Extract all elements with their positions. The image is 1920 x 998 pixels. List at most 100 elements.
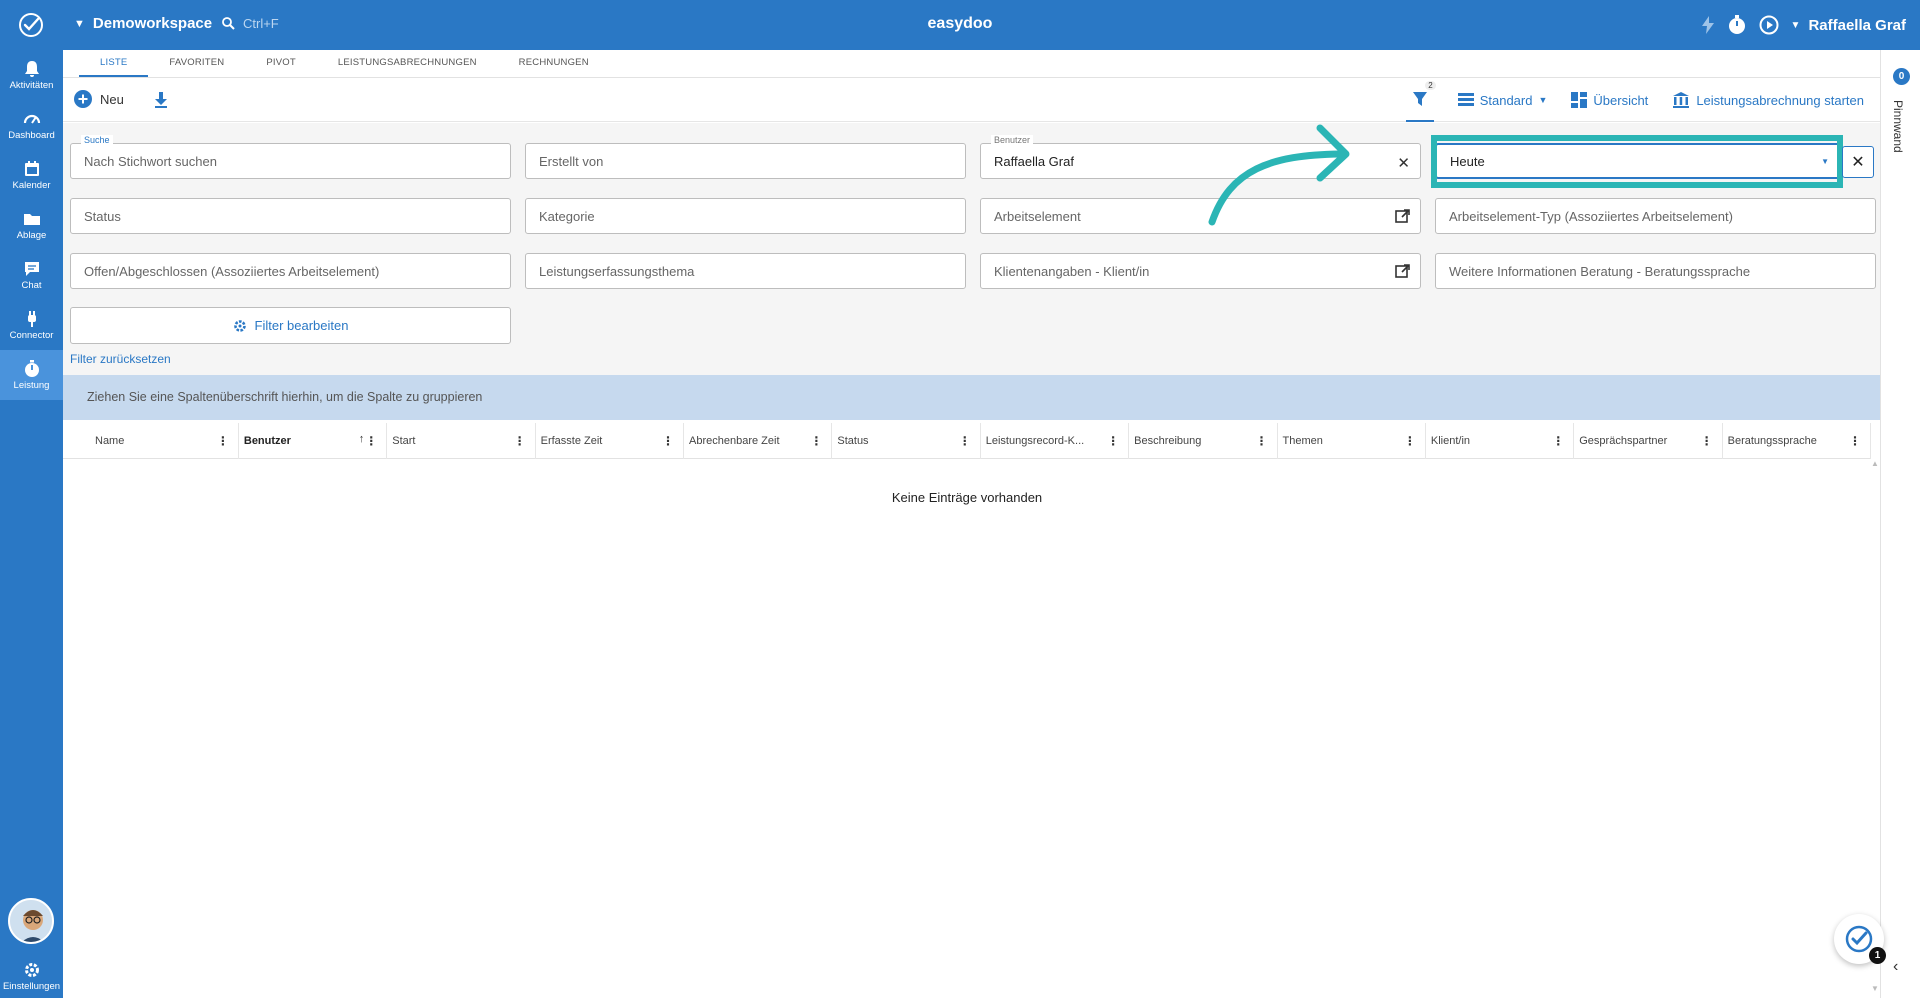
reset-filter-link[interactable]: Filter zurücksetzen xyxy=(70,352,171,366)
scroll-up-arrow-icon[interactable]: ▲ xyxy=(1871,459,1879,468)
highlight-frame xyxy=(1431,135,1843,188)
column-header-name[interactable]: Name ⋮ xyxy=(63,423,239,459)
column-title: Erfasste Zeit xyxy=(540,435,603,447)
client-field[interactable]: Klientenangaben - Klient/in xyxy=(980,253,1421,289)
clear-date-filter-button[interactable]: ✕ xyxy=(1842,146,1874,178)
pinboard-toggle[interactable]: Pinnwand xyxy=(1891,100,1905,153)
column-menu-icon[interactable]: ⋮ xyxy=(514,434,526,448)
play-circle-icon[interactable] xyxy=(1759,15,1779,35)
language-label: Weitere Informationen Beratung - Beratun… xyxy=(1449,263,1751,279)
view-select-label: Standard xyxy=(1479,92,1533,108)
sidebar-item-connector[interactable]: Connector xyxy=(0,300,63,350)
category-field[interactable]: Kategorie xyxy=(525,198,966,234)
tab-rechnungen[interactable]: RECHNUNGEN xyxy=(498,50,610,77)
left-sidebar: Aktivitäten Dashboard Kalender Ablage Ch… xyxy=(0,50,63,998)
stopwatch-icon[interactable] xyxy=(1727,15,1747,35)
column-menu-icon[interactable]: ⋮ xyxy=(810,434,822,448)
search-field[interactable]: Suche Nach Stichwort suchen xyxy=(70,135,511,179)
toolbar: Neu 2 Standard ▼ Übersicht Leistungsabre… xyxy=(63,78,1880,122)
tab-liste[interactable]: LISTE xyxy=(79,50,149,77)
new-button[interactable]: Neu xyxy=(74,90,124,108)
column-menu-icon[interactable]: ⋮ xyxy=(1701,434,1713,448)
tab-pivot[interactable]: PIVOT xyxy=(245,50,317,77)
sidebar-item-leistung[interactable]: Leistung xyxy=(0,350,63,400)
overview-label: Übersicht xyxy=(1593,92,1649,108)
column-header-klient[interactable]: Klient/in ⋮ xyxy=(1426,423,1575,459)
user-name: Raffaella Graf xyxy=(1808,16,1906,34)
filter-toggle-button[interactable]: 2 xyxy=(1405,78,1436,122)
tab-leistungsabrechnungen[interactable]: LEISTUNGSABRECHNUNGEN xyxy=(317,50,498,77)
right-rail: 0 Pinnwand ‹ xyxy=(1880,50,1920,998)
status-label: Status xyxy=(84,208,121,224)
calendar-icon xyxy=(24,160,39,176)
chevron-left-icon[interactable]: ‹ xyxy=(1893,958,1898,976)
scroll-down-arrow-icon[interactable]: ▼ xyxy=(1871,984,1879,993)
avatar[interactable] xyxy=(8,898,54,944)
user-menu[interactable]: ▼ Raffaella Graf xyxy=(1791,17,1906,34)
column-menu-icon[interactable]: ⋮ xyxy=(365,434,377,448)
column-menu-icon[interactable]: ⋮ xyxy=(1849,434,1861,448)
start-billing-button[interactable]: Leistungsabrechnung starten xyxy=(1672,91,1864,109)
empty-state-message: Keine Einträge vorhanden xyxy=(891,490,1043,505)
external-link-icon[interactable] xyxy=(1395,209,1410,224)
workspace-switcher[interactable]: ▼ Demoworkspace xyxy=(74,15,212,32)
column-header-status[interactable]: Status ⋮ xyxy=(832,423,981,459)
start-billing-label: Leistungsabrechnung starten xyxy=(1696,92,1864,108)
sidebar-item-chat[interactable]: Chat xyxy=(0,250,63,300)
sidebar-item-dashboard[interactable]: Dashboard xyxy=(0,100,63,150)
column-header-abrechenbare-zeit[interactable]: Abrechenbare Zeit ⋮ xyxy=(684,423,833,459)
tab-favoriten[interactable]: FAVORITEN xyxy=(148,50,245,77)
help-assistant-button[interactable]: 1 xyxy=(1834,914,1886,964)
app-title: easydoo xyxy=(927,15,993,32)
sidebar-item-aktivitaeten[interactable]: Aktivitäten xyxy=(0,50,63,100)
column-header-beschreibung[interactable]: Beschreibung ⋮ xyxy=(1129,423,1278,459)
column-header-erfasste-zeit[interactable]: Erfasste Zeit ⋮ xyxy=(536,423,684,459)
column-header-beratungssprache[interactable]: Beratungssprache ⋮ xyxy=(1723,423,1871,459)
group-drop-zone[interactable]: Ziehen Sie eine Spaltenüberschrift hierh… xyxy=(63,375,1880,420)
edit-filter-label: Filter bearbeiten xyxy=(254,318,349,333)
edit-filter-button[interactable]: Filter bearbeiten xyxy=(70,307,511,344)
folder-icon xyxy=(23,213,40,225)
column-menu-icon[interactable]: ⋮ xyxy=(1404,434,1416,448)
column-title: Benutzer xyxy=(243,435,291,447)
gauge-icon xyxy=(23,114,40,124)
download-icon[interactable] xyxy=(153,91,169,109)
filter-count-badge: 2 xyxy=(1425,81,1436,90)
sidebar-item-kalender[interactable]: Kalender xyxy=(0,150,63,200)
column-header-leistungsrecord[interactable]: Leistungsrecord-K... ⋮ xyxy=(981,423,1130,459)
plus-circle-icon xyxy=(74,90,92,108)
sidebar-item-label: Connector xyxy=(9,329,54,341)
sidebar-item-ablage[interactable]: Ablage xyxy=(0,200,63,250)
column-menu-icon[interactable]: ⋮ xyxy=(217,434,229,448)
sidebar-item-einstellungen[interactable]: Einstellungen xyxy=(0,954,63,998)
help-badge: 1 xyxy=(1869,947,1886,964)
app-logo-icon[interactable] xyxy=(18,12,44,38)
close-icon[interactable]: ✕ xyxy=(1397,154,1410,172)
external-link-icon[interactable] xyxy=(1395,264,1410,279)
view-select[interactable]: Standard ▼ xyxy=(1457,92,1547,108)
work-element-type-field[interactable]: Arbeitselement-Typ (Assoziiertes Arbeits… xyxy=(1435,198,1876,234)
language-field[interactable]: Weitere Informationen Beratung - Beratun… xyxy=(1435,253,1876,289)
annotation-arrow-icon xyxy=(1208,124,1350,226)
open-closed-field[interactable]: Offen/Abgeschlossen (Assoziiertes Arbeit… xyxy=(70,253,511,289)
column-menu-icon[interactable]: ⋮ xyxy=(959,434,971,448)
column-menu-icon[interactable]: ⋮ xyxy=(1256,434,1268,448)
column-menu-icon[interactable]: ⋮ xyxy=(1552,434,1564,448)
status-field[interactable]: Status xyxy=(70,198,511,234)
column-header-themen[interactable]: Themen ⋮ xyxy=(1278,423,1426,459)
column-header-benutzer[interactable]: Benutzer ↑ ⋮ xyxy=(239,423,388,459)
column-menu-icon[interactable]: ⋮ xyxy=(1107,434,1119,448)
grid-header: Name ⋮ Benutzer ↑ ⋮ Start ⋮ Erfasste Zeit ⋮ A… xyxy=(63,423,1871,459)
global-search[interactable]: Ctrl+F xyxy=(222,16,279,31)
service-topic-field[interactable]: Leistungserfassungsthema xyxy=(525,253,966,289)
stopwatch-icon xyxy=(24,359,39,377)
column-header-gespraechspartner[interactable]: Gesprächspartner ⋮ xyxy=(1574,423,1723,459)
column-menu-icon[interactable]: ⋮ xyxy=(662,434,674,448)
overview-button[interactable]: Übersicht xyxy=(1571,92,1648,108)
column-header-start[interactable]: Start ⋮ xyxy=(387,423,536,459)
column-title: Leistungsrecord-K... xyxy=(985,435,1085,447)
lightning-icon[interactable] xyxy=(1701,16,1715,34)
created-by-field[interactable]: Erstellt von xyxy=(525,143,966,179)
sidebar-item-label: Aktivitäten xyxy=(9,79,54,91)
work-element-label: Arbeitselement xyxy=(994,208,1081,224)
